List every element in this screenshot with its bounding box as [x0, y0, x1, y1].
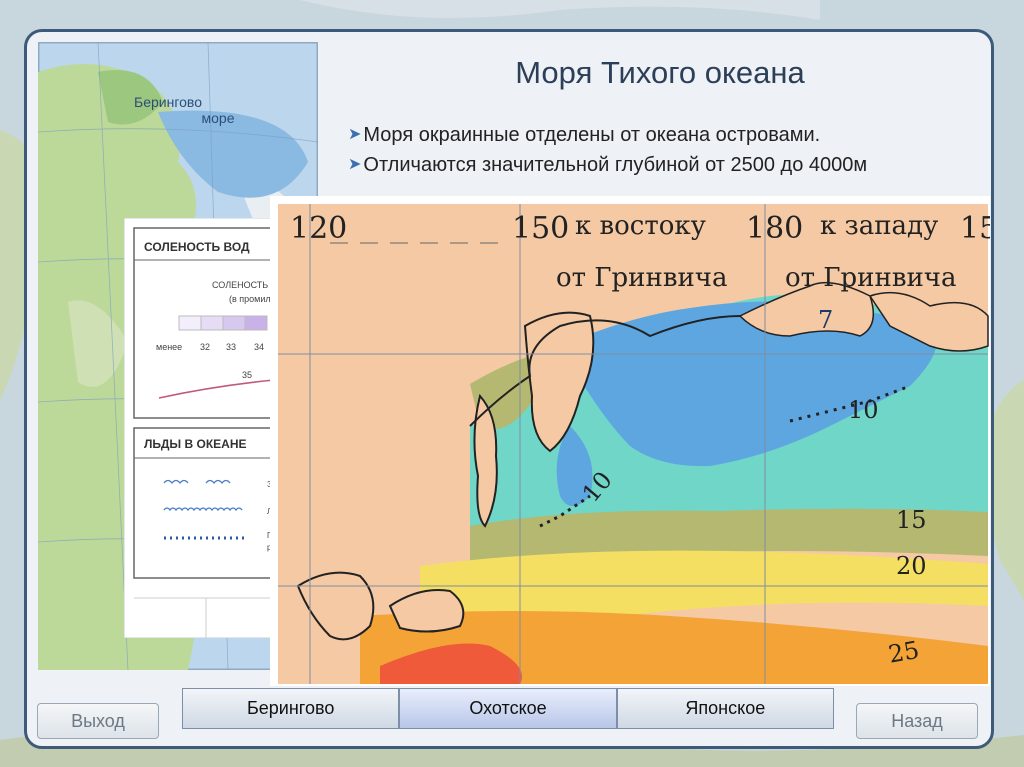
scale-value: 33	[226, 342, 236, 352]
longitude-label: 120	[290, 211, 347, 246]
svg-text:Берингово: Берингово	[134, 94, 202, 110]
tab-okhotskoe[interactable]: Охотское	[399, 688, 617, 729]
salinity-subtitle: СОЛЕНОСТЬ В	[212, 280, 277, 290]
salinity-title: СОЛЕНОСТЬ ВОД	[144, 240, 250, 254]
salinity-unit: (в промилл	[229, 294, 276, 304]
isotherm-label: 20	[896, 552, 927, 580]
isotherm-label: 15	[896, 506, 927, 534]
tab-beringovo[interactable]: Берингово	[182, 688, 400, 729]
longitude-label: 150	[512, 211, 569, 246]
east-label: от Гринвича	[556, 263, 727, 293]
bullet-item: ➤ Моря окраинные отделены от океана остр…	[348, 120, 968, 150]
bullet-list: ➤ Моря окраинные отделены от океана остр…	[348, 120, 968, 180]
bullet-item: ➤ Отличаются значительной глубиной от 25…	[348, 150, 968, 180]
sea-temperature-map: 120 150 180 15 к востоку от Гринвича к з…	[270, 196, 990, 686]
isotherm-label: 10	[848, 396, 879, 424]
slide-title: Моря Тихого океана	[515, 55, 805, 90]
scale-value: 34	[254, 342, 264, 352]
isotherm-label: 7	[818, 306, 833, 334]
left-map-sea-label-2: море	[202, 110, 235, 126]
longitude-label: 15	[960, 211, 990, 246]
left-map-sea-label-1: Берингово	[134, 94, 202, 110]
scale-prefix: менее	[156, 342, 182, 352]
east-label: к востоку	[575, 211, 706, 241]
back-button[interactable]: Назад	[856, 703, 978, 739]
tab-yaponskoe[interactable]: Японское	[616, 688, 834, 729]
west-label: к западу	[820, 211, 938, 241]
sea-tab-bar: Берингово Охотское Японское	[182, 688, 834, 729]
bullet-text: Отличаются значительной глубиной от 2500…	[363, 154, 868, 176]
exit-button[interactable]: Выход	[37, 703, 159, 739]
svg-text:море: море	[202, 110, 235, 126]
arrow-bullet-icon: ➤	[348, 156, 362, 173]
bullet-text: Моря окраинные отделены от океана остров…	[363, 124, 821, 146]
west-label: от Гринвича	[785, 263, 956, 293]
arrow-bullet-icon: ➤	[348, 126, 362, 143]
ice-title: ЛЬДЫ В ОКЕАНЕ	[144, 437, 247, 451]
longitude-label: 180	[746, 211, 803, 246]
isoline-value: 35	[242, 370, 252, 380]
isotherm-label: 25	[886, 636, 921, 669]
scale-value: 32	[200, 342, 210, 352]
